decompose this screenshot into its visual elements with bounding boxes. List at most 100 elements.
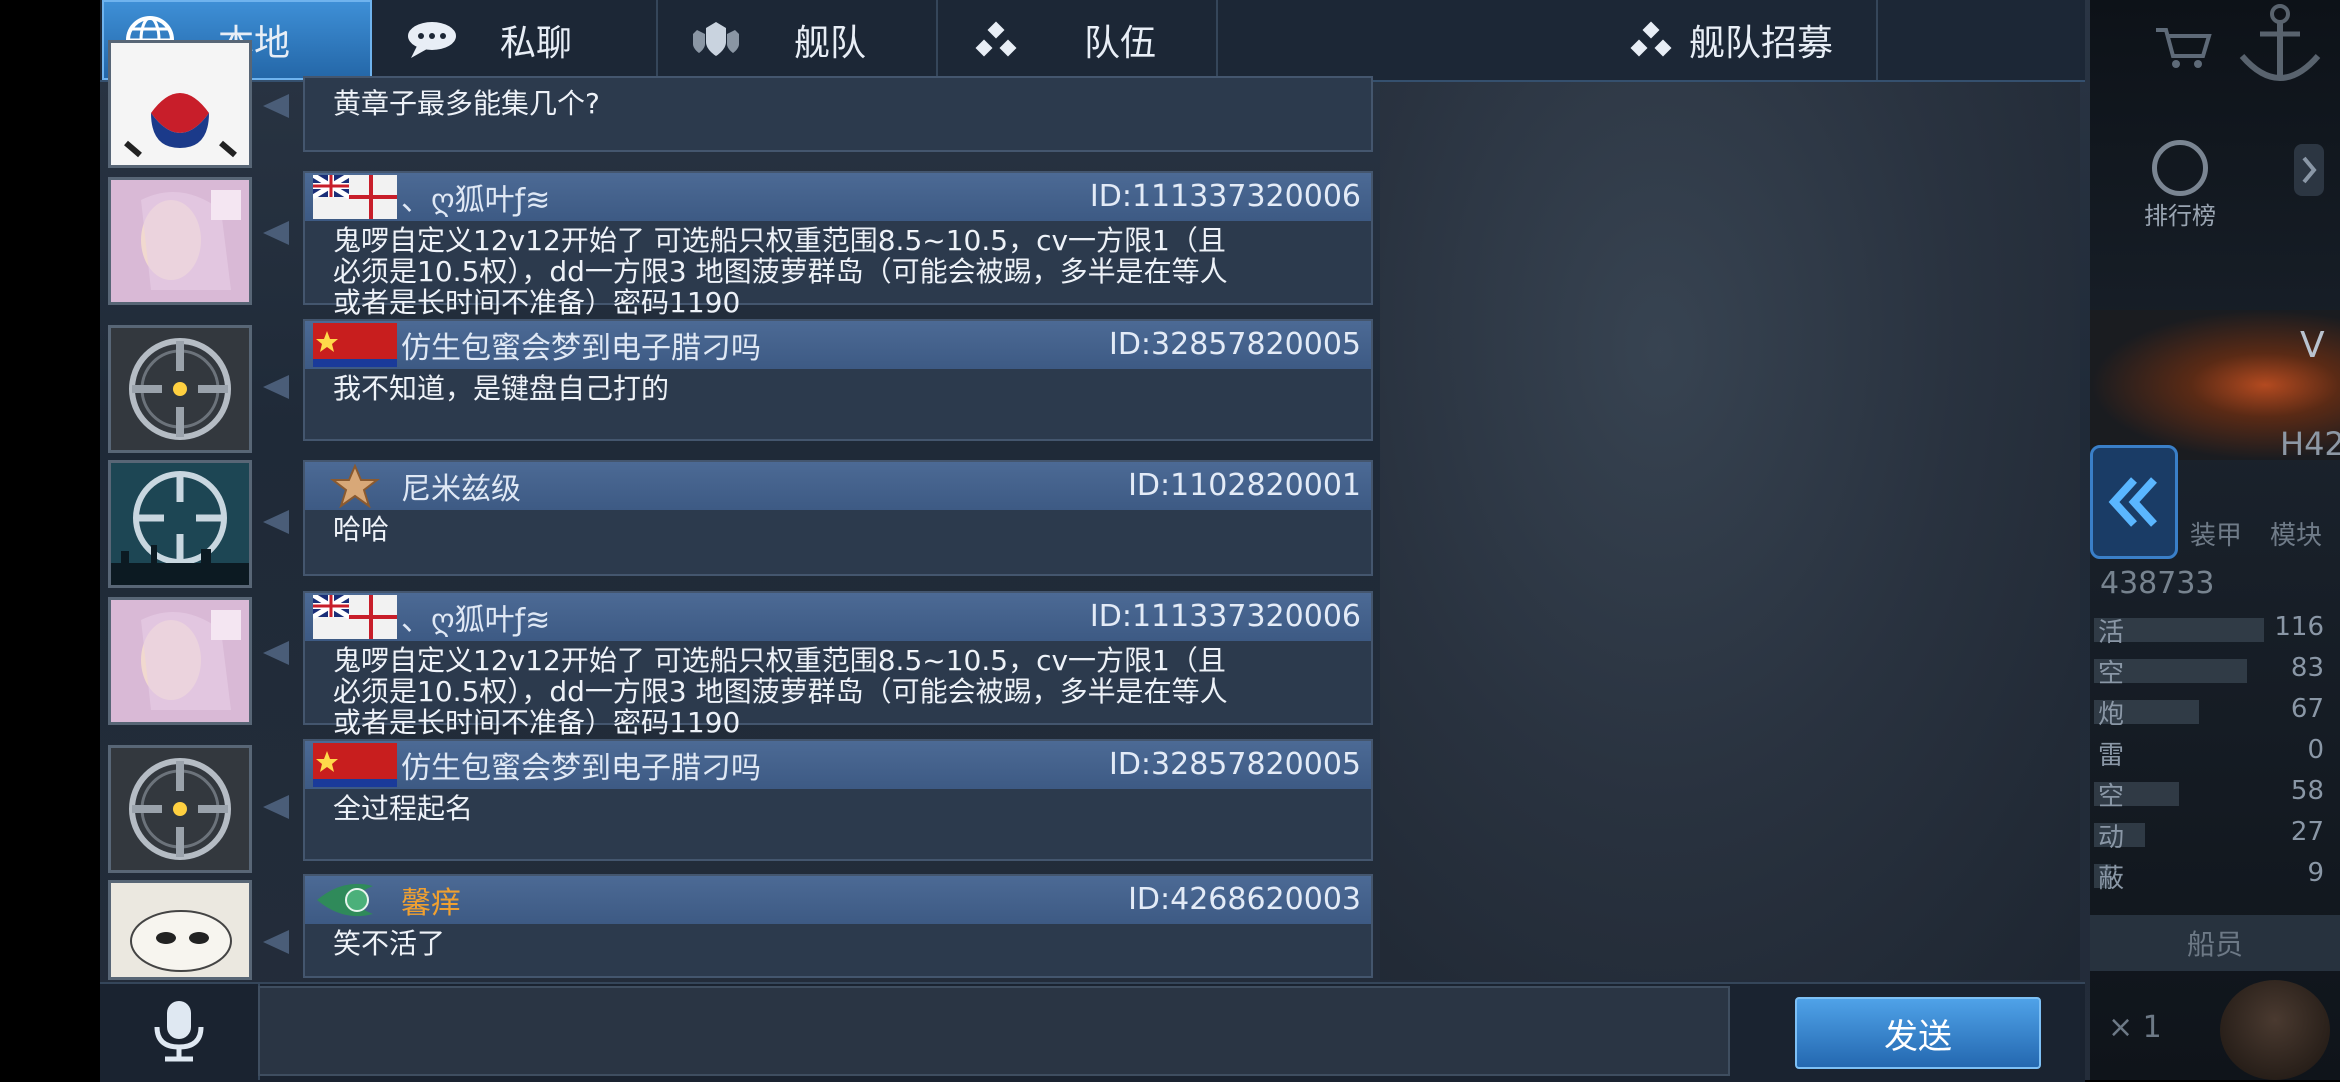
bubble-pointer <box>263 930 289 954</box>
cat-avatar-image <box>111 883 249 977</box>
username[interactable]: 仿生包蜜会梦到电子腊刁吗 <box>401 323 761 367</box>
crew-label: 船员 <box>2186 928 2243 961</box>
leaderboard-label: 排行榜 <box>2144 202 2216 230</box>
user-avatar[interactable] <box>108 880 252 980</box>
rank-star-badge-icon <box>313 464 397 508</box>
user-avatar[interactable] <box>108 325 252 453</box>
recruit-dots-icon <box>1623 12 1679 68</box>
message-bubble: 、ღ狐叶ƒ≋ ID:111337320006 鬼啰自定义12v12开始了 可选船… <box>303 171 1373 318</box>
username[interactable]: 尼米兹级 <box>401 464 521 508</box>
chat-message-input[interactable] <box>258 986 1730 1076</box>
message-text: 鬼啰自定义12v12开始了 可选船只权重范围8.5~10.5，cv一方限1（且必… <box>333 644 1228 739</box>
send-button[interactable]: 发送 <box>1795 997 2041 1069</box>
user-id: ID:32857820005 <box>1108 327 1361 362</box>
username[interactable]: 、ღ狐叶ƒ≋ <box>401 175 550 219</box>
username[interactable]: 仿生包蜜会梦到电子腊刁吗 <box>401 743 761 787</box>
bubble-pointer <box>263 221 289 245</box>
user-avatar[interactable] <box>108 597 252 725</box>
message-header: 仿生包蜜会梦到电子腊刁吗 ID:32857820005 <box>305 741 1371 789</box>
background-sea-fog <box>1380 80 2080 980</box>
user-avatar[interactable] <box>108 40 252 168</box>
stat-label: 空 <box>2098 782 2125 812</box>
speech-bubble-icon <box>404 12 460 68</box>
stat-label: 动 <box>2098 823 2125 853</box>
chat-message: 、ღ狐叶ƒ≋ ID:111337320006 鬼啰自定义12v12开始了 可选船… <box>108 591 1373 738</box>
voice-input-button[interactable] <box>100 982 260 1080</box>
anime-girl-avatar-image <box>111 180 249 302</box>
bubble-pointer <box>263 510 289 534</box>
item-count: × 1 <box>2108 1010 2162 1045</box>
user-id: ID:32857820005 <box>1108 747 1361 782</box>
message-header: 尼米兹级 ID:1102820001 <box>305 462 1371 510</box>
tab-module[interactable]: 模块 <box>2270 515 2322 552</box>
captain-avatar[interactable] <box>2220 980 2330 1080</box>
bubble-pointer <box>263 795 289 819</box>
next-arrow-icon[interactable] <box>2290 140 2330 200</box>
red-star-flag-icon <box>313 323 397 367</box>
stat-label: 空 <box>2098 659 2125 689</box>
user-id: ID:111337320006 <box>1089 599 1361 634</box>
crosshair-blue-avatar-image <box>111 463 249 585</box>
chat-message: 黄章子最多能集几个? <box>108 40 1373 170</box>
collapse-panel-button[interactable] <box>2090 445 2178 559</box>
uk-naval-ensign-flag-icon <box>313 595 397 639</box>
chat-message: 尼米兹级 ID:1102820001 哈哈 <box>108 460 1373 590</box>
double-chevron-left-icon <box>2108 477 2157 527</box>
stat-value: 83 <box>2290 653 2324 683</box>
leaderboard-icon <box>2152 140 2208 196</box>
stat-label: 炮 <box>2098 700 2125 730</box>
tab-armor[interactable]: 装甲 <box>2190 515 2242 552</box>
stat-value: 0 <box>2307 735 2324 765</box>
user-avatar[interactable] <box>108 460 252 588</box>
user-avatar[interactable] <box>108 177 252 305</box>
shop-cart-icon[interactable] <box>2154 24 2214 70</box>
user-id: ID:1102820001 <box>1128 468 1361 503</box>
green-wing-badge-icon <box>313 878 397 922</box>
message-text: 全过程起名 <box>333 792 474 825</box>
red-star-flag-icon <box>313 743 397 787</box>
message-bubble: 仿生包蜜会梦到电子腊刁吗 ID:32857820005 我不知道，是键盘自己打的 <box>303 319 1373 441</box>
ship-score: 438733 <box>2100 566 2215 601</box>
stat-label: 活 <box>2098 618 2125 648</box>
message-bubble: 馨痒 ID:4268620003 笑不活了 <box>303 874 1373 978</box>
fleet-shield-icon <box>688 12 744 68</box>
stat-label: 雷 <box>2098 741 2125 771</box>
message-header: 、ღ狐叶ƒ≋ ID:111337320006 <box>305 173 1371 221</box>
uk-naval-ensign-flag-icon <box>313 175 397 219</box>
message-text: 我不知道，是键盘自己打的 <box>333 372 670 405</box>
stat-value: 116 <box>2274 612 2324 642</box>
message-bubble: 黄章子最多能集几个? <box>303 76 1373 152</box>
message-bubble: 尼米兹级 ID:1102820001 哈哈 <box>303 460 1373 576</box>
team-dots-icon <box>968 12 1024 68</box>
anime-girl-avatar-image <box>111 600 249 722</box>
message-header: 馨痒 ID:4268620003 <box>305 876 1371 924</box>
chat-message: 仿生包蜜会梦到电子腊刁吗 ID:32857820005 我不知道，是键盘自己打的 <box>108 319 1373 455</box>
tab-label: 舰队 <box>794 23 867 64</box>
stat-value: 67 <box>2290 694 2324 724</box>
chat-message: 、ღ狐叶ƒ≋ ID:111337320006 鬼啰自定义12v12开始了 可选船… <box>108 171 1373 318</box>
tab-team[interactable]: 队伍 <box>938 0 1218 80</box>
tab-private[interactable]: 私聊 <box>376 0 658 80</box>
tab-fleet[interactable]: 舰队 <box>658 0 938 80</box>
stat-value: 58 <box>2290 776 2324 806</box>
anchor-emblem-icon <box>2230 0 2330 90</box>
message-header: 、ღ狐叶ƒ≋ ID:111337320006 <box>305 593 1371 641</box>
bubble-pointer <box>263 641 289 665</box>
leaderboard-button[interactable]: 排行榜 <box>2120 140 2240 240</box>
message-bubble: 仿生包蜜会梦到电子腊刁吗 ID:32857820005 全过程起名 <box>303 739 1373 861</box>
stat-value: 27 <box>2290 817 2324 847</box>
crosshair-avatar-image <box>111 748 249 870</box>
tab-label: 舰队招募 <box>1689 23 1834 64</box>
bubble-pointer <box>263 375 289 399</box>
chat-message: 馨痒 ID:4268620003 笑不活了 <box>108 874 1373 980</box>
message-text: 哈哈 <box>333 513 390 546</box>
crosshair-avatar-image <box>111 328 249 450</box>
user-id: ID:4268620003 <box>1128 882 1361 917</box>
message-text: 黄章子最多能集几个? <box>333 87 600 120</box>
user-avatar[interactable] <box>108 745 252 873</box>
tab-fleet-recruit[interactable]: 舰队招募 <box>1218 0 1878 80</box>
username[interactable]: 馨痒 <box>401 878 461 922</box>
crew-button[interactable]: 船员 <box>2090 915 2340 971</box>
username[interactable]: 、ღ狐叶ƒ≋ <box>401 595 550 639</box>
message-text: 笑不活了 <box>333 927 446 960</box>
